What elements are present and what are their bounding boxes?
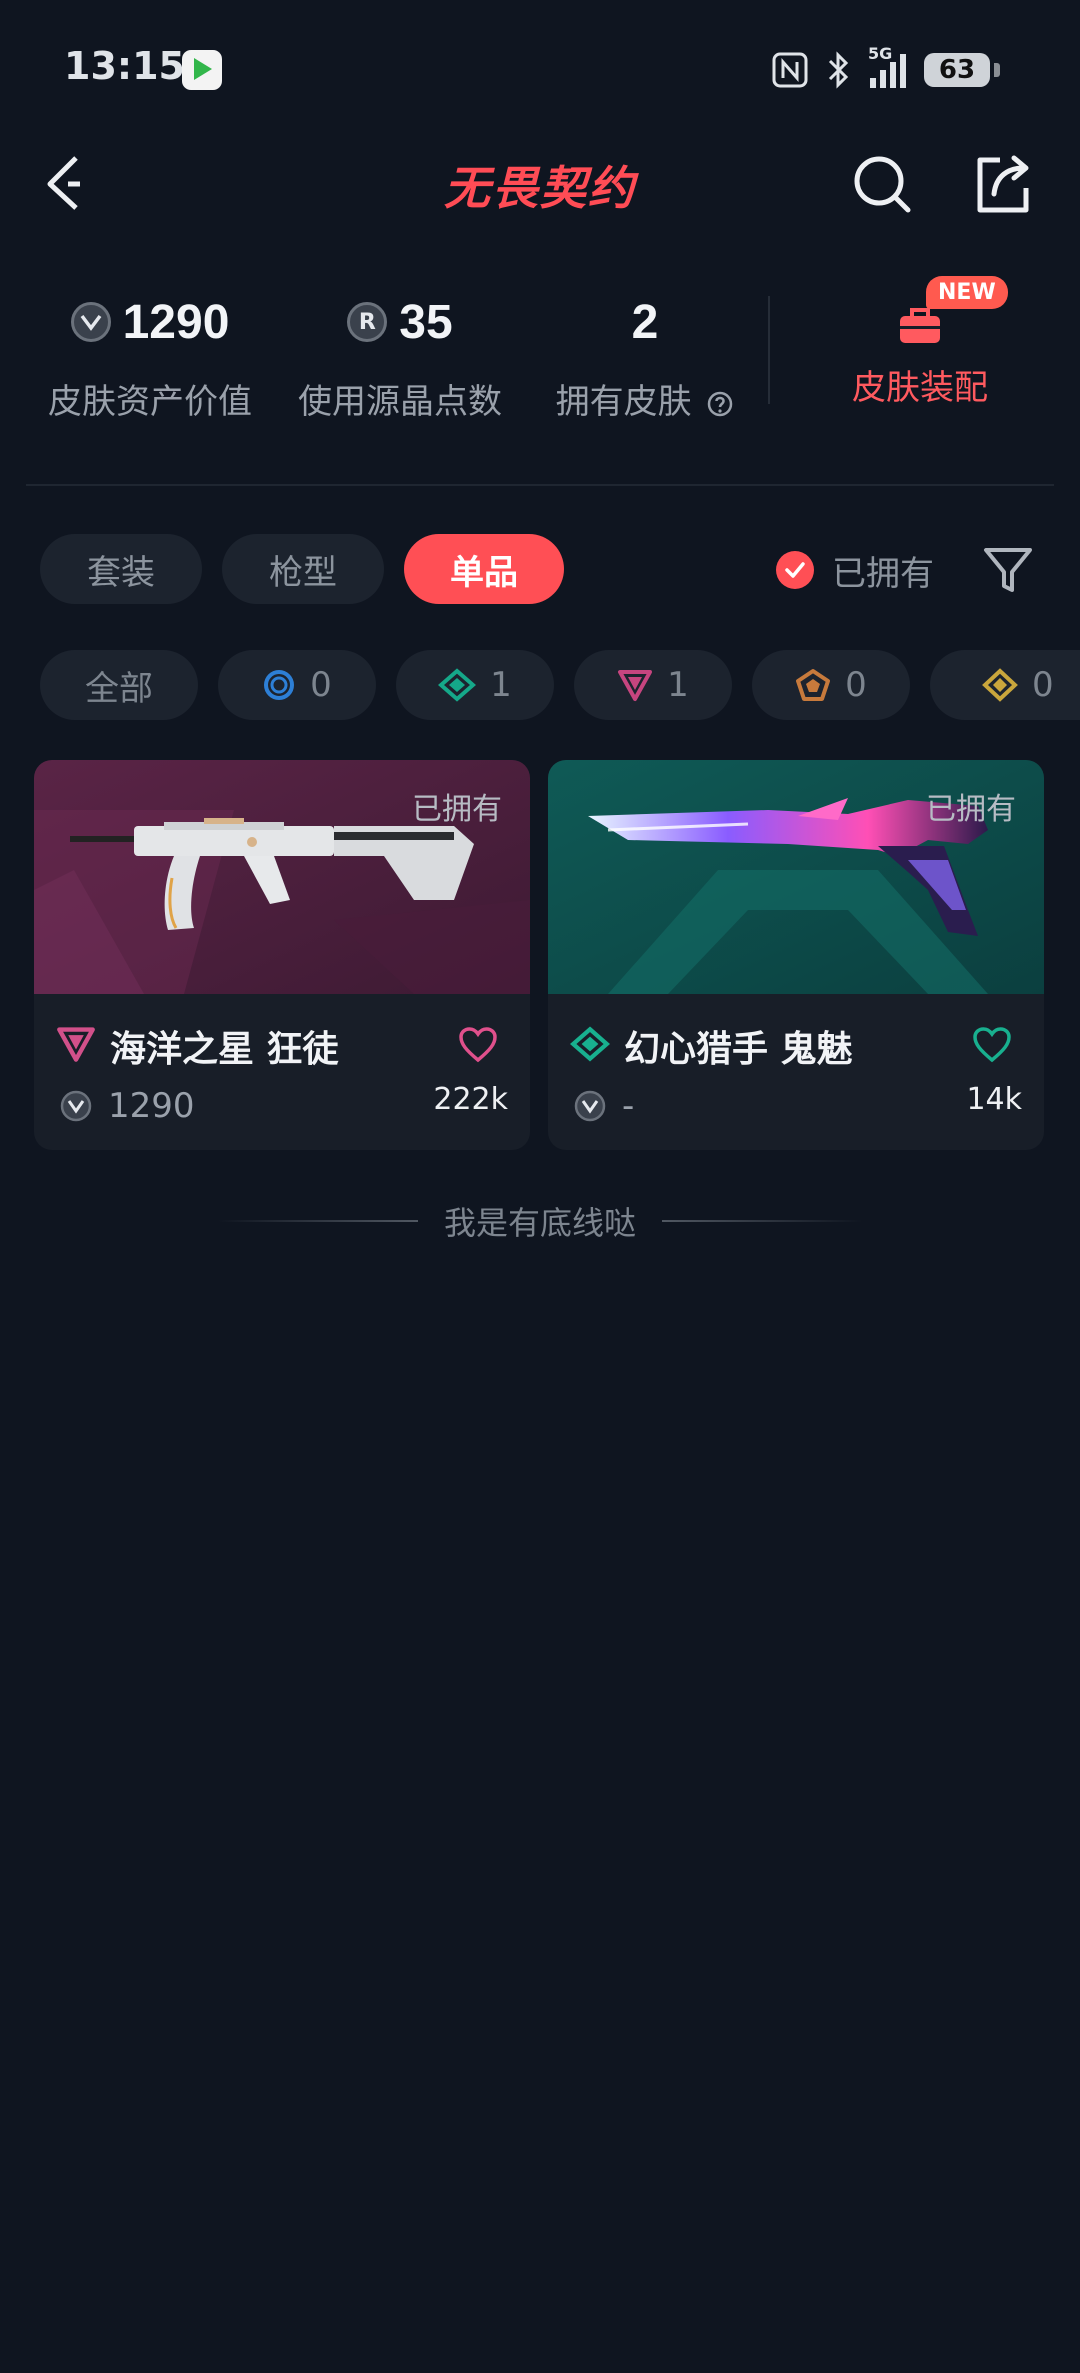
tier-chip-count: 0 <box>1032 665 1054 705</box>
skin-name: 海洋之星 狂徒 <box>110 1029 339 1070</box>
search-icon <box>854 156 911 213</box>
tier-chip-ultra[interactable]: 0 <box>930 650 1080 720</box>
tier-chip-label: 全部 <box>85 668 153 709</box>
tier-chip-premium[interactable]: 1 <box>574 650 732 720</box>
signal-icon: 5G <box>868 44 906 88</box>
filter-button[interactable] <box>978 542 1038 598</box>
premium-tier-icon <box>57 1027 95 1062</box>
network-type: 5G <box>868 44 893 63</box>
back-button[interactable] <box>40 150 100 214</box>
stat-value: 35 <box>399 295 453 349</box>
skin-price: - <box>622 1086 635 1126</box>
heart-icon[interactable] <box>972 1026 1012 1064</box>
share-icon <box>977 155 1029 213</box>
select-tier-icon <box>264 670 295 700</box>
like-count: 222k <box>433 1082 508 1117</box>
nfc-icon <box>772 52 808 88</box>
exclusive-tier-icon <box>796 669 831 701</box>
back-arrow-icon <box>47 156 80 210</box>
vp-icon <box>70 302 111 342</box>
stat-divider <box>768 296 770 404</box>
tier-chip-count: 0 <box>845 665 867 705</box>
filter-icon <box>984 548 1032 592</box>
stat-asset-value: 1290 皮肤资产价值 <box>40 290 260 423</box>
stat-label: 皮肤资产价值 <box>48 382 252 422</box>
tier-chip-count: 1 <box>667 665 689 705</box>
status-time: 13:15 <box>64 44 185 88</box>
search-button[interactable] <box>850 152 916 218</box>
premium-tier-icon <box>618 670 653 701</box>
tier-chip-count: 0 <box>310 665 332 705</box>
battery-indicator: 63 <box>924 53 1000 87</box>
bluetooth-icon <box>828 51 849 89</box>
deluxe-tier-icon <box>570 1026 610 1062</box>
tier-chip-all[interactable]: 全部 <box>40 650 198 720</box>
vp-icon <box>574 1090 606 1122</box>
skin-card[interactable]: 已拥有 海洋之星 狂徒 1290 222k <box>34 760 530 1150</box>
tab-weapon-type[interactable]: 枪型 <box>222 534 384 604</box>
ultra-tier-icon <box>982 668 1018 702</box>
game-logo: 无畏契约 <box>444 161 636 215</box>
section-divider <box>26 484 1054 486</box>
vp-icon <box>60 1090 92 1122</box>
help-icon[interactable] <box>706 390 734 418</box>
skin-equip-label: 皮肤装配 <box>852 368 988 408</box>
like-count: 14k <box>966 1082 1022 1117</box>
tier-chip-exclusive[interactable]: 0 <box>752 650 910 720</box>
footer-line <box>662 1220 862 1222</box>
stat-radianite-used: R 35 使用源晶点数 <box>290 290 510 423</box>
owned-filter-toggle[interactable]: 已拥有 <box>776 544 934 596</box>
tier-chip-deluxe[interactable]: 1 <box>396 650 554 720</box>
end-of-list-text: 我是有底线哒 <box>443 1204 636 1242</box>
tab-bundle[interactable]: 套装 <box>40 534 202 604</box>
stat-value: 2 <box>631 295 659 349</box>
tier-chip-count: 1 <box>490 665 512 705</box>
end-of-list: 我是有底线哒 <box>0 1198 1080 1244</box>
tier-chip-select[interactable]: 0 <box>218 650 376 720</box>
status-icons: 5G 63 <box>772 44 1000 90</box>
stat-value: 1290 <box>122 295 230 349</box>
owned-filter-label: 已拥有 <box>832 553 934 594</box>
briefcase-icon <box>900 308 940 343</box>
deluxe-tier-icon <box>438 668 477 702</box>
heart-icon[interactable] <box>458 1026 498 1064</box>
owned-tag: 已拥有 <box>926 792 1016 827</box>
stat-label: 使用源晶点数 <box>298 382 502 422</box>
stat-owned-skins[interactable]: 2 拥有皮肤 <box>540 290 750 423</box>
skin-price: 1290 <box>108 1086 195 1126</box>
tab-single-item[interactable]: 单品 <box>404 534 564 604</box>
skin-card[interactable]: 已拥有 幻心猎手 鬼魅 - 14k <box>548 760 1044 1150</box>
share-button[interactable] <box>970 152 1036 218</box>
owned-tag: 已拥有 <box>412 792 502 827</box>
checkbox-checked-icon <box>776 551 814 589</box>
skin-equip-button[interactable]: NEW 皮肤装配 <box>820 276 1020 409</box>
notification-app-icon <box>182 50 222 90</box>
radianite-icon: R <box>347 302 388 342</box>
footer-line <box>217 1220 418 1222</box>
stat-label: 拥有皮肤 <box>555 382 692 422</box>
skin-name: 幻心猎手 鬼魅 <box>624 1029 853 1070</box>
